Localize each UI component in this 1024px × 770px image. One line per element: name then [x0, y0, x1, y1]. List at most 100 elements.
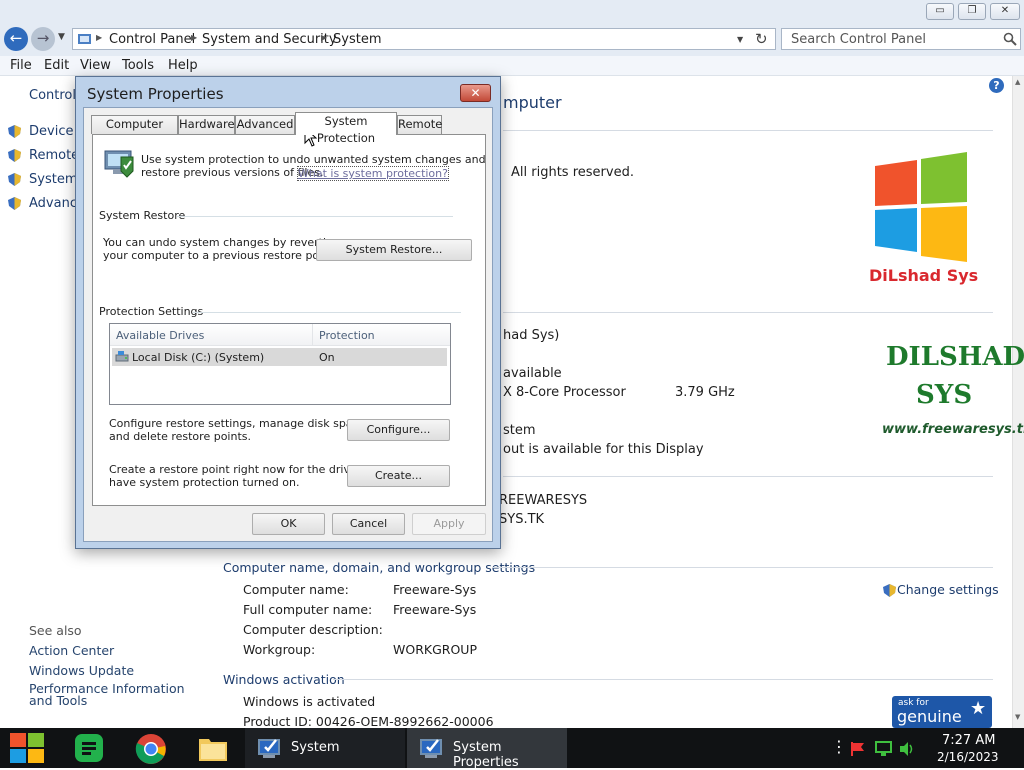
system-protection-link[interactable]: System	[29, 172, 77, 187]
minimize-button[interactable]: ▭	[926, 3, 954, 20]
change-settings-link[interactable]: Change settings	[897, 582, 999, 597]
clock-time[interactable]: 7:27 AM	[942, 733, 995, 748]
configure-button[interactable]: Configure...	[347, 419, 450, 441]
processor-text: X 8-Core Processor	[503, 385, 626, 400]
menu-file[interactable]: File	[10, 58, 32, 73]
local-disk-icon	[115, 351, 129, 362]
system-properties-dialog: System Properties ✕ Computer Name Hardwa…	[75, 76, 501, 549]
close-button[interactable]: ✕	[990, 3, 1020, 20]
menu-edit[interactable]: Edit	[44, 58, 69, 73]
start-button-windows-icon[interactable]	[10, 733, 44, 763]
full-computer-name-label: Full computer name:	[243, 602, 373, 617]
workgroup-value: WORKGROUP	[393, 642, 477, 657]
scroll-up-icon[interactable]: ▲	[1015, 78, 1020, 86]
tab-system-protection[interactable]: System Protection	[295, 112, 397, 145]
taskbar-task-system-properties[interactable]: System Properties	[407, 728, 567, 770]
file-explorer-icon[interactable]	[198, 734, 228, 762]
volume-icon[interactable]	[899, 741, 915, 757]
column-protection[interactable]: Protection	[319, 329, 375, 342]
taskbar-task-system[interactable]: System	[245, 728, 405, 768]
what-is-system-protection-link[interactable]: What is system protection?	[297, 166, 449, 181]
maximize-button[interactable]: ❐	[958, 3, 986, 20]
system-restore-group-label: System Restore	[99, 209, 186, 222]
divider	[492, 567, 993, 568]
page-title: mputer	[503, 93, 562, 112]
clock-date[interactable]: 2/16/2023	[937, 750, 999, 764]
support-website[interactable]: SYS.TK	[499, 512, 544, 527]
dialog-body: Computer Name Hardware Advanced System P…	[83, 107, 493, 542]
breadcrumb-control-panel[interactable]: Control Panel	[109, 32, 195, 47]
drives-list[interactable]: Available Drives Protection Local Disk (…	[109, 323, 451, 405]
shield-icon	[8, 125, 21, 138]
computer-name-section-title: Computer name, domain, and workgroup set…	[223, 560, 536, 575]
drive-name: Local Disk (C:) (System)	[132, 351, 265, 364]
protection-settings-group-label: Protection Settings	[99, 305, 204, 318]
dialog-title: System Properties	[87, 85, 224, 103]
intro-text-line1: Use system protection to undo unwanted s…	[141, 153, 486, 166]
configure-text2: and delete restore points.	[109, 430, 251, 443]
system-restore-button[interactable]: System Restore...	[316, 239, 472, 261]
drives-list-header: Available Drives Protection	[110, 324, 450, 346]
dialog-close-button[interactable]: ✕	[460, 84, 491, 102]
chrome-browser-icon[interactable]	[135, 733, 167, 765]
tab-remote[interactable]: Remote	[397, 115, 442, 134]
system-task-icon	[258, 739, 280, 758]
address-dropdown-icon[interactable]: ▼	[737, 35, 743, 44]
menu-tools[interactable]: Tools	[122, 58, 154, 73]
create-text2: have system protection turned on.	[109, 476, 300, 489]
computer-description-label: Computer description:	[243, 622, 383, 637]
vertical-scrollbar[interactable]: ▲ ▼	[1012, 76, 1024, 728]
shield-icon	[883, 584, 896, 597]
window-titlebar: ▭ ❐ ✕	[0, 0, 1024, 24]
dilshad-sys-logo: DILSHAD SYS www.freewaresys.tk	[880, 342, 1024, 450]
full-computer-name-value: Freeware-Sys	[393, 602, 477, 617]
shield-icon	[8, 149, 21, 162]
breadcrumb-system-and-security[interactable]: System and Security	[202, 32, 337, 47]
shield-icon	[8, 173, 21, 186]
menu-view[interactable]: View	[80, 58, 111, 73]
divider	[193, 312, 461, 313]
column-available-drives[interactable]: Available Drives	[116, 329, 204, 342]
system-protection-icon	[104, 150, 134, 178]
remote-settings-link[interactable]: Remote	[29, 148, 79, 163]
system-properties-task-icon	[420, 739, 442, 758]
configure-text1: Configure restore settings, manage disk …	[109, 417, 369, 430]
system-type-text: stem	[503, 423, 536, 438]
apply-button[interactable]: Apply	[412, 513, 486, 535]
table-row[interactable]: Local Disk (C:) (System) On	[112, 348, 447, 366]
genuine-big-text: genuine	[897, 707, 962, 726]
scroll-down-icon[interactable]: ▼	[1015, 713, 1020, 721]
sheets-app-icon[interactable]	[74, 733, 104, 763]
search-input[interactable]: Search Control Panel	[781, 28, 1021, 50]
windows-update-link[interactable]: Windows Update	[29, 663, 134, 678]
breadcrumb-system[interactable]: System	[333, 32, 381, 47]
cancel-button[interactable]: Cancel	[332, 513, 405, 535]
create-button[interactable]: Create...	[347, 465, 450, 487]
action-center-flag-icon[interactable]	[850, 741, 866, 757]
ok-button[interactable]: OK	[252, 513, 325, 535]
performance-info-link[interactable]: Performance Information and Tools	[29, 682, 199, 707]
search-icon[interactable]	[1003, 32, 1017, 46]
forward-arrow-icon[interactable]: →	[31, 27, 55, 51]
search-placeholder: Search Control Panel	[791, 32, 926, 47]
breadcrumb-separator-icon: ▶	[321, 33, 328, 42]
refresh-icon[interactable]: ↻	[755, 30, 768, 48]
see-also-heading: See also	[29, 623, 82, 638]
activation-section-title: Windows activation	[223, 672, 345, 687]
recent-pages-chevron-icon[interactable]: ▼	[58, 32, 65, 42]
genuine-star-icon: ★	[970, 698, 987, 719]
help-icon[interactable]: ?	[989, 78, 1004, 93]
menu-help[interactable]: Help	[168, 58, 198, 73]
address-field[interactable]: ▶ Control Panel ▶ System and Security ▶ …	[72, 28, 776, 50]
action-center-link[interactable]: Action Center	[29, 643, 114, 658]
support-manufacturer: REEWARESYS	[499, 493, 588, 508]
genuine-badge[interactable]: ask for genuine ★	[892, 696, 992, 728]
back-arrow-icon[interactable]: ←	[4, 27, 28, 51]
overflow-menu-icon[interactable]: ⋮	[831, 737, 847, 756]
tab-hardware[interactable]: Hardware	[178, 115, 235, 134]
oem-logo: DiLshad Sys	[865, 148, 985, 293]
system-restore-text1: You can undo system changes by reverting	[103, 236, 340, 249]
tab-advanced[interactable]: Advanced	[235, 115, 295, 134]
network-icon[interactable]	[875, 741, 892, 757]
tab-computer-name[interactable]: Computer Name	[91, 115, 178, 148]
